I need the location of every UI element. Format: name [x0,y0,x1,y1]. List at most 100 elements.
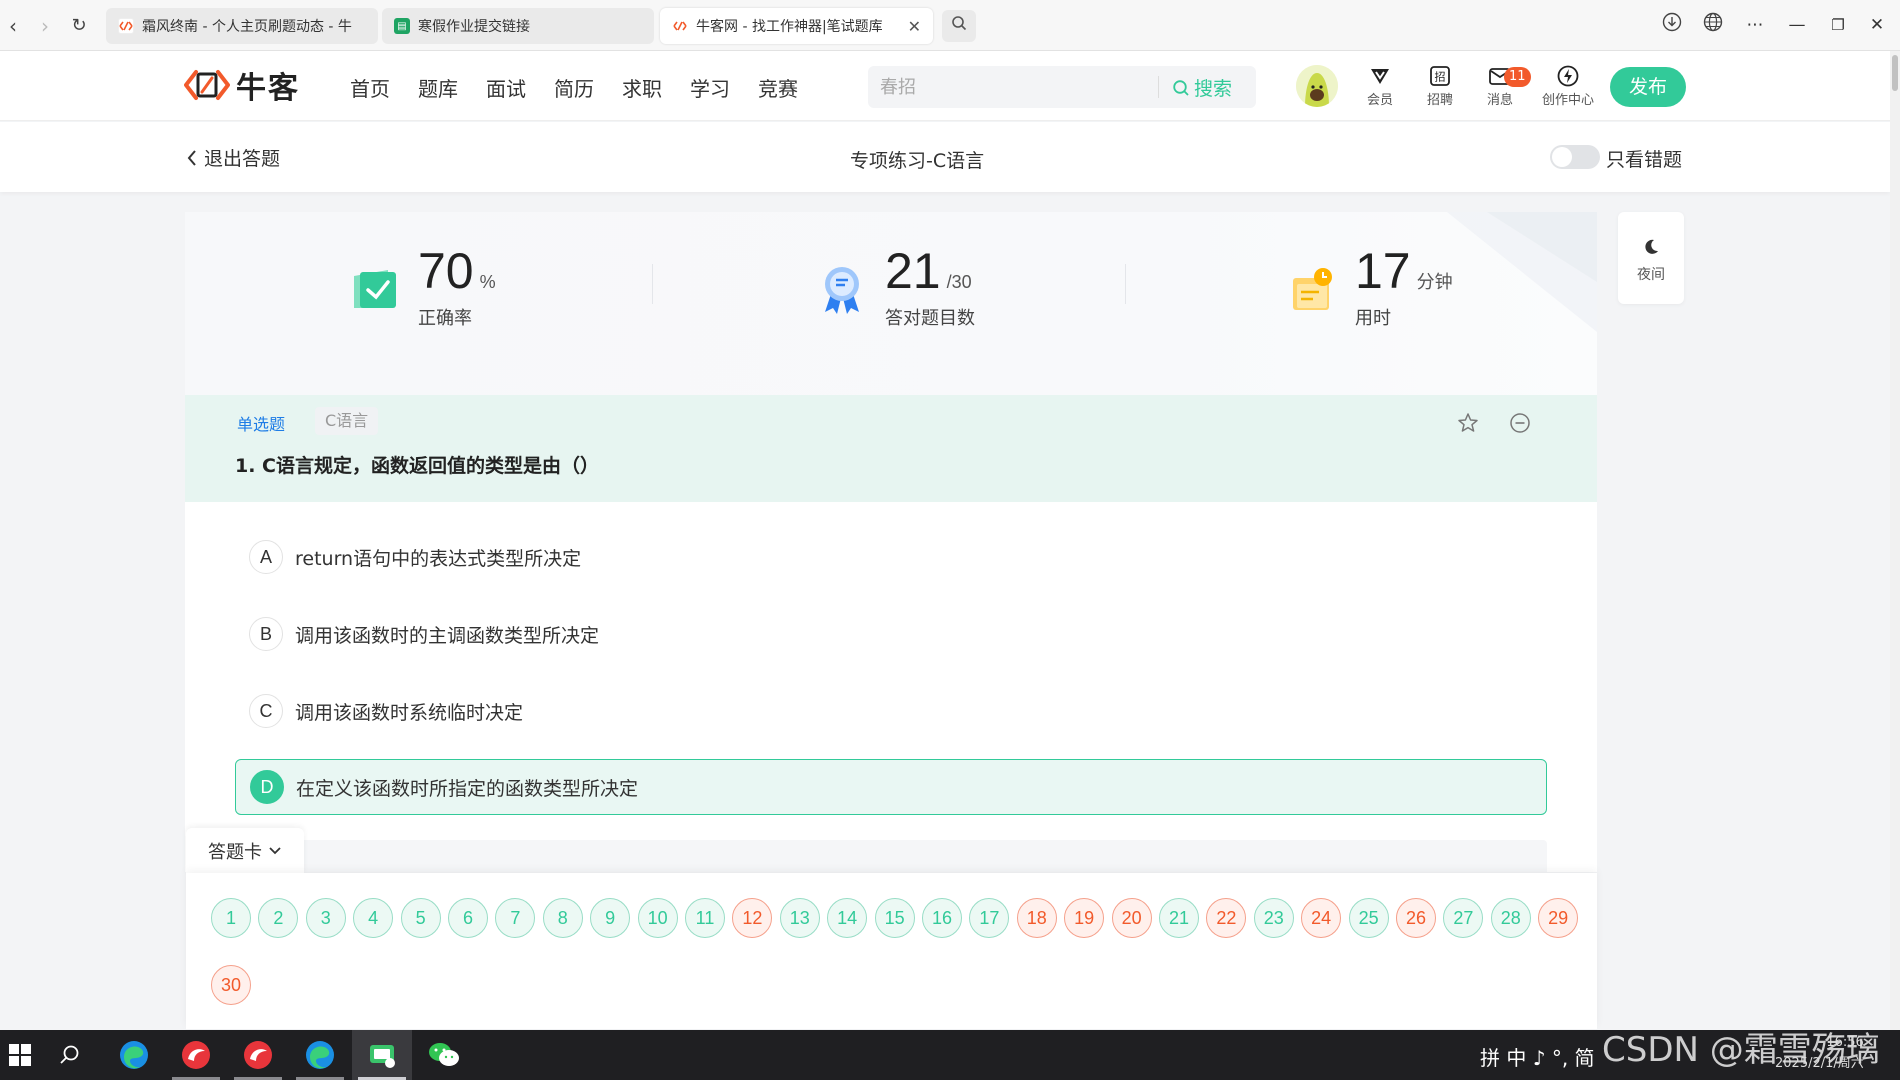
wrong-only-toggle[interactable] [1550,145,1600,169]
option-b[interactable]: B 调用该函数时的主调函数类型所决定 [235,606,1547,662]
answer-card-item-17[interactable]: 17 [969,898,1010,938]
download-icon[interactable] [1657,12,1687,38]
wechat-icon[interactable] [414,1030,474,1080]
answer-card-item-7[interactable]: 7 [495,898,536,938]
answer-card-item-16[interactable]: 16 [922,898,962,938]
windows-start-icon[interactable] [0,1030,40,1080]
option-letter: B [249,617,283,651]
nav-learn[interactable]: 学习 [690,73,730,102]
nav-interview[interactable]: 面试 [486,73,526,102]
night-mode-label: 夜间 [1637,267,1665,283]
tab-search-icon[interactable] [942,10,976,42]
avatar[interactable] [1296,65,1338,107]
answer-card-item-13[interactable]: 13 [779,898,820,938]
answer-card-item-21[interactable]: 21 [1159,898,1199,938]
search-icon [1173,79,1189,96]
edge-browser-icon-2[interactable] [290,1030,350,1080]
moon-icon [1618,238,1684,260]
stat-divider [652,264,653,304]
answer-analysis-strip [235,840,1547,872]
answer-card-item-11[interactable]: 11 [685,898,725,938]
answer-card-item-28[interactable]: 28 [1490,898,1531,938]
edge-browser-icon[interactable] [104,1030,164,1080]
creator-entry[interactable]: 创作中心 [1535,63,1601,108]
option-letter: A [249,540,283,574]
answer-card-item-4[interactable]: 4 [353,898,394,938]
answer-card-item-5[interactable]: 5 [400,898,441,938]
answer-card-item-20[interactable]: 20 [1111,898,1152,938]
answer-card-item-12[interactable]: 12 [732,898,773,938]
clock-date: 2025/2/1/周六 [1775,1056,1864,1071]
close-tab-icon[interactable]: ✕ [908,17,921,36]
page-scrollbar[interactable] [1890,51,1900,1030]
green-chat-app-icon[interactable] [352,1030,412,1080]
answer-card-item-22[interactable]: 22 [1206,898,1247,938]
answer-card-item-2[interactable]: 2 [258,898,299,938]
nav-contest[interactable]: 竞赛 [758,73,798,102]
answer-card-item-10[interactable]: 10 [637,898,678,938]
answer-card-item-6[interactable]: 6 [448,898,488,938]
answer-card-item-29[interactable]: 29 [1538,898,1579,938]
search-input[interactable] [880,74,1140,100]
app-red-icon-2[interactable] [228,1030,288,1080]
vip-entry[interactable]: 会员 [1350,63,1410,108]
nav-resume[interactable]: 简历 [554,73,594,102]
answer-card-item-25[interactable]: 25 [1348,898,1389,938]
minimize-icon[interactable]: — [1782,12,1812,38]
answer-card-item-15[interactable]: 15 [874,898,915,938]
answer-card-item-19[interactable]: 19 [1064,898,1105,938]
sheet-favicon-icon: ▤ [394,18,410,34]
browser-tab-3[interactable]: 牛客网 - 找工作神器|笔试题库 ✕ [660,8,933,44]
system-clock[interactable]: 16:56 2025/2/1/周六 [1775,1032,1864,1074]
option-text: return语句中的表达式类型所决定 [295,547,582,570]
publish-button[interactable]: 发布 [1610,67,1686,107]
exit-quiz-link[interactable]: 退出答题 [186,144,280,171]
recruit-entry[interactable]: 招 招聘 [1410,63,1470,108]
answer-card-item-1[interactable]: 1 [211,898,251,938]
svg-text:招: 招 [1435,70,1446,84]
close-window-icon[interactable]: ✕ [1862,12,1892,38]
answer-card-item-18[interactable]: 18 [1016,898,1057,938]
main-nav: 首页 题库 面试 简历 求职 学习 竞赛 [350,73,826,102]
answer-card-item-26[interactable]: 26 [1396,898,1436,938]
answer-card-item-23[interactable]: 23 [1253,898,1294,938]
taskbar-search-icon[interactable] [40,1030,100,1080]
question-tag[interactable]: C语言 [315,407,379,435]
clock-note-icon [1285,262,1339,316]
option-a[interactable]: A return语句中的表达式类型所决定 [235,529,1547,585]
answer-card-toggle[interactable]: 答题卡 [186,828,304,874]
message-entry[interactable]: 消息 11 [1470,63,1531,108]
browser-tab-1[interactable]: 霜风终南 - 个人主页刷题动态 - 牛 [106,8,378,44]
nav-question-bank[interactable]: 题库 [418,73,458,102]
scrollbar-thumb[interactable] [1892,55,1898,91]
answer-card-item-3[interactable]: 3 [305,898,346,938]
restore-icon[interactable]: ❐ [1823,12,1853,38]
option-c[interactable]: C 调用该函数时系统临时决定 [235,683,1547,739]
minus-circle-icon[interactable] [1508,411,1532,435]
site-logo[interactable]: 牛客 [184,66,300,106]
accuracy-value: 70% [418,243,496,299]
browser-tab-bar: ‹ › ↻ 霜风终南 - 个人主页刷题动态 - 牛 ▤ 寒假作业提交链接 牛客网… [0,0,1900,51]
ime-status[interactable]: 拼 中 ♪ °, 简 [1480,1042,1595,1071]
globe-icon[interactable] [1698,12,1728,38]
forward-icon[interactable]: › [32,13,58,39]
back-icon[interactable]: ‹ [0,13,26,39]
chevron-left-icon [187,149,196,166]
nav-home[interactable]: 首页 [350,73,390,102]
search-button[interactable]: 搜索 [1172,74,1232,101]
answer-card-item-27[interactable]: 27 [1443,898,1484,938]
answer-card-item-9[interactable]: 9 [590,898,631,938]
answer-card-item-8[interactable]: 8 [542,898,583,938]
refresh-icon[interactable]: ↻ [66,13,92,39]
browser-tab-2[interactable]: ▤ 寒假作业提交链接 [382,8,654,44]
more-icon[interactable]: ⋯ [1740,12,1770,38]
night-mode-button[interactable]: 夜间 [1618,212,1684,304]
answer-card-item-30[interactable]: 30 [211,965,251,1005]
tab-title: 牛客网 - 找工作神器|笔试题库 [696,19,883,35]
answer-card-item-14[interactable]: 14 [827,898,868,938]
nav-jobs[interactable]: 求职 [622,73,662,102]
option-d-selected[interactable]: D 在定义该函数时所指定的函数类型所决定 [235,759,1547,815]
star-icon[interactable] [1456,411,1480,435]
answer-card-item-24[interactable]: 24 [1301,898,1342,938]
app-red-icon[interactable] [166,1030,226,1080]
